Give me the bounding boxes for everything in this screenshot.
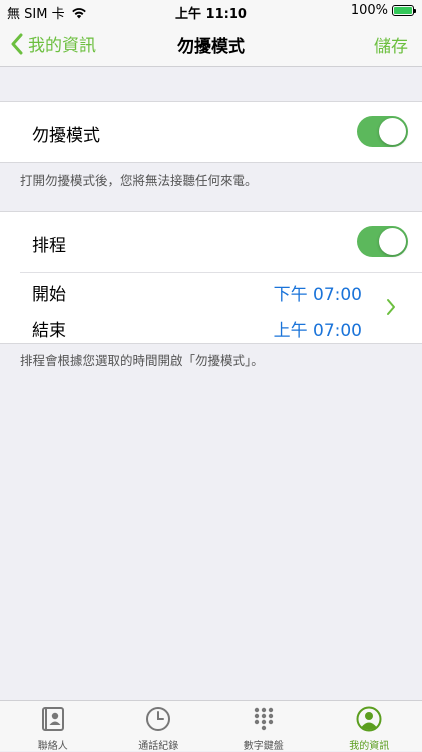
clock-icon xyxy=(145,706,171,732)
start-time-value: 下午 07:00 xyxy=(274,280,362,305)
keypad-icon xyxy=(251,706,277,732)
dnd-toggle[interactable] xyxy=(357,116,408,147)
start-label: 開始 xyxy=(32,280,66,305)
tab-bar: 聯絡人 通話紀錄 數字鍵盤 我的資訊 xyxy=(0,700,422,751)
end-label: 結束 xyxy=(32,316,66,341)
tab-my-info[interactable]: 我的資訊 xyxy=(317,701,422,751)
end-time-value: 上午 07:00 xyxy=(274,316,362,341)
toggle-knob xyxy=(379,228,406,255)
battery-percent: 100% xyxy=(351,3,388,18)
dnd-note: 打開勿擾模式後，您將無法接聽任何來電。 xyxy=(20,170,258,189)
profile-icon xyxy=(356,706,382,732)
schedule-note: 排程會根據您選取的時間開啟「勿擾模式」。 xyxy=(20,350,264,369)
schedule-label: 排程 xyxy=(32,231,66,256)
tab-call-history[interactable]: 通話紀錄 xyxy=(106,701,212,751)
battery-icon xyxy=(392,5,414,16)
dnd-group: 勿擾模式 xyxy=(0,101,422,163)
status-right: 100% xyxy=(351,3,414,18)
save-button[interactable]: 儲存 xyxy=(374,32,408,57)
navigation-bar: 我的資訊 勿擾模式 儲存 xyxy=(0,22,422,67)
page-title: 勿擾模式 xyxy=(0,32,422,57)
chevron-right-icon xyxy=(386,298,396,316)
tab-contacts[interactable]: 聯絡人 xyxy=(0,701,106,751)
tab-keypad[interactable]: 數字鍵盤 xyxy=(211,701,317,751)
schedule-toggle[interactable] xyxy=(357,226,408,257)
status-bar: 無 SIM 卡 上午 11:10 100% xyxy=(0,0,422,22)
dnd-label: 勿擾模式 xyxy=(32,121,100,146)
toggle-knob xyxy=(379,118,406,145)
contacts-icon xyxy=(40,706,66,732)
schedule-time-row[interactable]: 開始 下午 07:00 結束 上午 07:00 xyxy=(0,272,422,342)
